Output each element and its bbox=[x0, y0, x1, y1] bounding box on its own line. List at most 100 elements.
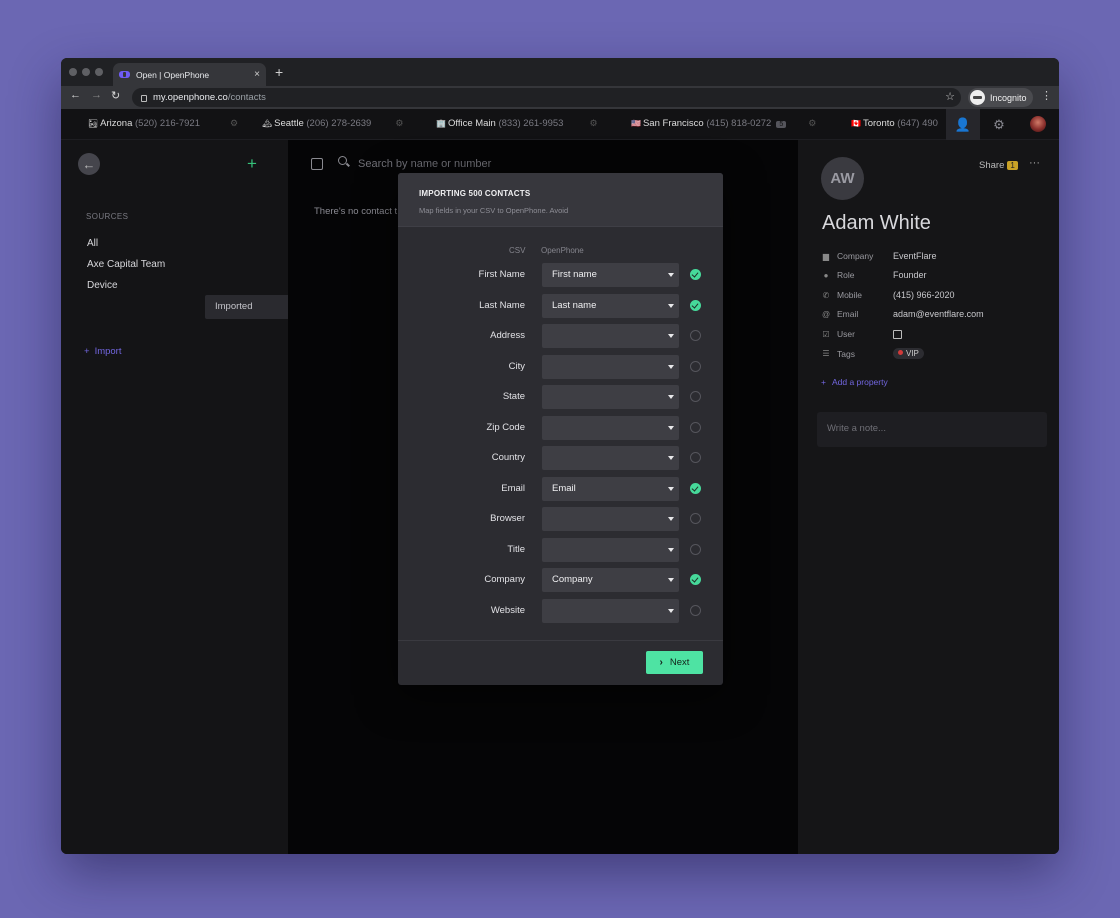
checkbox-icon: ☑ bbox=[822, 329, 830, 339]
sidebar-item-device[interactable]: Device bbox=[76, 275, 273, 295]
openphone-field-select[interactable] bbox=[542, 385, 679, 409]
tag-vip[interactable]: VIP bbox=[893, 348, 924, 359]
zoom-light[interactable] bbox=[95, 68, 103, 76]
back-arrow-icon[interactable]: ← bbox=[70, 89, 81, 101]
mapping-row: Title bbox=[398, 537, 723, 562]
empty-state-text: There's no contact t bbox=[314, 206, 398, 217]
select-all-checkbox[interactable] bbox=[311, 158, 323, 170]
empty-circle-icon bbox=[690, 543, 701, 555]
property-mobile[interactable]: ✆ Mobile (415) 966-2020 bbox=[821, 290, 1051, 300]
openphone-field-select[interactable]: Email bbox=[542, 476, 679, 501]
tag-label: VIP bbox=[906, 349, 919, 358]
empty-circle-icon bbox=[690, 330, 701, 341]
check-circle-icon bbox=[690, 299, 701, 311]
browser-menu-icon[interactable]: ⋮ bbox=[1041, 89, 1052, 102]
phone-emoji-icon: 🏜 bbox=[88, 119, 99, 128]
sidebar-item-axe-capital-team[interactable]: Axe Capital Team bbox=[76, 254, 273, 274]
search-input[interactable]: Search by name or number bbox=[358, 158, 491, 170]
property-label: Tags bbox=[837, 348, 855, 359]
more-options-icon[interactable]: ··· bbox=[1029, 157, 1040, 169]
csv-field-label: Country bbox=[491, 452, 525, 463]
phone-name: Office Main bbox=[447, 118, 496, 129]
phone-number-item[interactable]: 🇺🇸 San Francisco (415) 818-0272 5 ⚙ bbox=[631, 118, 816, 129]
contact-name: Adam White bbox=[822, 212, 931, 234]
property-email[interactable]: @ Email adam@eventflare.com bbox=[821, 309, 1051, 319]
property-company[interactable]: ▆ Company EventFlare bbox=[821, 251, 1051, 261]
property-value[interactable]: adam@eventflare.com bbox=[893, 309, 984, 319]
openphone-field-select[interactable]: First name bbox=[542, 263, 679, 287]
sidebar-item-all[interactable]: All bbox=[76, 233, 273, 253]
mapping-row: Last Name Last name bbox=[398, 293, 723, 318]
gear-icon[interactable]: ⚙ bbox=[589, 118, 597, 128]
contacts-person-icon[interactable]: 👤 bbox=[946, 109, 980, 140]
incognito-badge[interactable]: Incognito bbox=[968, 88, 1033, 107]
minimize-light[interactable] bbox=[82, 68, 90, 76]
add-property-link[interactable]: + Add a property bbox=[821, 377, 888, 387]
openphone-field-select[interactable] bbox=[542, 537, 679, 562]
bookmark-star-icon[interactable]: ☆ bbox=[945, 90, 955, 103]
address-bar[interactable]: my.openphone.co/contacts ☆ bbox=[132, 88, 961, 107]
phone-number-item[interactable]: 🇨🇦 Toronto (647) 490 bbox=[851, 118, 938, 129]
forward-arrow-icon[interactable]: → bbox=[91, 89, 102, 101]
phone-number-item[interactable]: 🏜 Arizona (520) 216-7921 ⚙ bbox=[88, 118, 238, 129]
openphone-field-select[interactable] bbox=[542, 446, 679, 470]
user-avatar[interactable] bbox=[1030, 116, 1046, 132]
empty-circle-icon bbox=[690, 513, 701, 524]
plus-icon: + bbox=[821, 377, 826, 387]
property-role[interactable]: ● Role Founder bbox=[821, 270, 1051, 280]
import-link[interactable]: + Import bbox=[84, 346, 122, 357]
openphone-field-select[interactable]: Company bbox=[542, 568, 679, 592]
property-value[interactable]: Founder bbox=[893, 270, 927, 280]
csv-field-label: First Name bbox=[478, 269, 525, 280]
csv-field-label: Title bbox=[507, 543, 525, 555]
next-button[interactable]: › Next bbox=[646, 651, 703, 674]
gear-icon[interactable]: ⚙ bbox=[395, 118, 403, 128]
property-value[interactable]: (415) 966-2020 bbox=[893, 290, 955, 300]
property-user[interactable]: ☑ User bbox=[821, 329, 1051, 339]
settings-gear-icon[interactable]: ⚙ bbox=[982, 109, 1016, 140]
openphone-field-select[interactable] bbox=[542, 507, 679, 531]
browser-tab[interactable]: Open | OpenPhone × bbox=[113, 63, 266, 86]
share-button[interactable]: Share 1 bbox=[979, 160, 1018, 171]
phone-number-item[interactable]: 🏔 Seattle (206) 278-2639 ⚙ bbox=[262, 118, 403, 129]
phone-number-item[interactable]: 🏢 Office Main (833) 261-9953 ⚙ bbox=[436, 118, 598, 129]
column-header-openphone: OpenPhone bbox=[541, 246, 584, 255]
new-tab-button[interactable]: + bbox=[275, 64, 283, 80]
sources-heading: SOURCES bbox=[86, 212, 129, 221]
mapping-row: Browser bbox=[398, 507, 723, 531]
mapping-row: Zip Code bbox=[398, 415, 723, 440]
modal-footer-divider bbox=[398, 640, 723, 641]
property-label: User bbox=[837, 329, 855, 339]
phone-number: (415) 818-0272 bbox=[706, 118, 772, 129]
openphone-field-select[interactable] bbox=[542, 324, 679, 348]
modal-title: IMPORTING 500 CONTACTS bbox=[419, 189, 531, 198]
phone-number: (647) 490 bbox=[897, 118, 938, 129]
plus-icon: + bbox=[84, 346, 90, 357]
caret-down-icon bbox=[668, 425, 674, 430]
property-tags[interactable]: ☰ Tags VIP bbox=[821, 348, 1051, 359]
openphone-field-select[interactable] bbox=[542, 415, 679, 440]
note-input[interactable]: Write a note... bbox=[817, 412, 1047, 447]
tab-close-icon[interactable]: × bbox=[254, 69, 260, 80]
reload-icon[interactable]: ↻ bbox=[111, 89, 120, 102]
gear-icon[interactable]: ⚙ bbox=[230, 118, 238, 128]
add-contact-plus-icon[interactable]: + bbox=[247, 154, 257, 174]
gear-icon[interactable]: ⚙ bbox=[808, 118, 816, 128]
at-sign-icon: @ bbox=[821, 309, 831, 319]
openphone-field-select[interactable] bbox=[542, 354, 679, 379]
openphone-field-select[interactable] bbox=[542, 598, 679, 623]
incognito-label: Incognito bbox=[990, 92, 1027, 103]
property-label: Mobile bbox=[837, 290, 863, 300]
openphone-field-select[interactable]: Last name bbox=[542, 293, 679, 318]
import-label: Import bbox=[94, 346, 122, 357]
back-arrow-icon[interactable]: ← bbox=[78, 153, 100, 175]
property-value[interactable]: EventFlare bbox=[893, 251, 937, 261]
close-light[interactable] bbox=[69, 68, 77, 76]
user-checkbox[interactable] bbox=[893, 329, 902, 339]
caret-down-icon bbox=[668, 547, 674, 552]
phone-number: (206) 278-2639 bbox=[306, 118, 372, 129]
caret-down-icon bbox=[668, 273, 674, 277]
sidebar: ← + SOURCES All Axe Capital Team Device … bbox=[61, 140, 342, 854]
url-host: my.openphone.co bbox=[153, 92, 228, 103]
window-controls[interactable] bbox=[69, 68, 103, 76]
